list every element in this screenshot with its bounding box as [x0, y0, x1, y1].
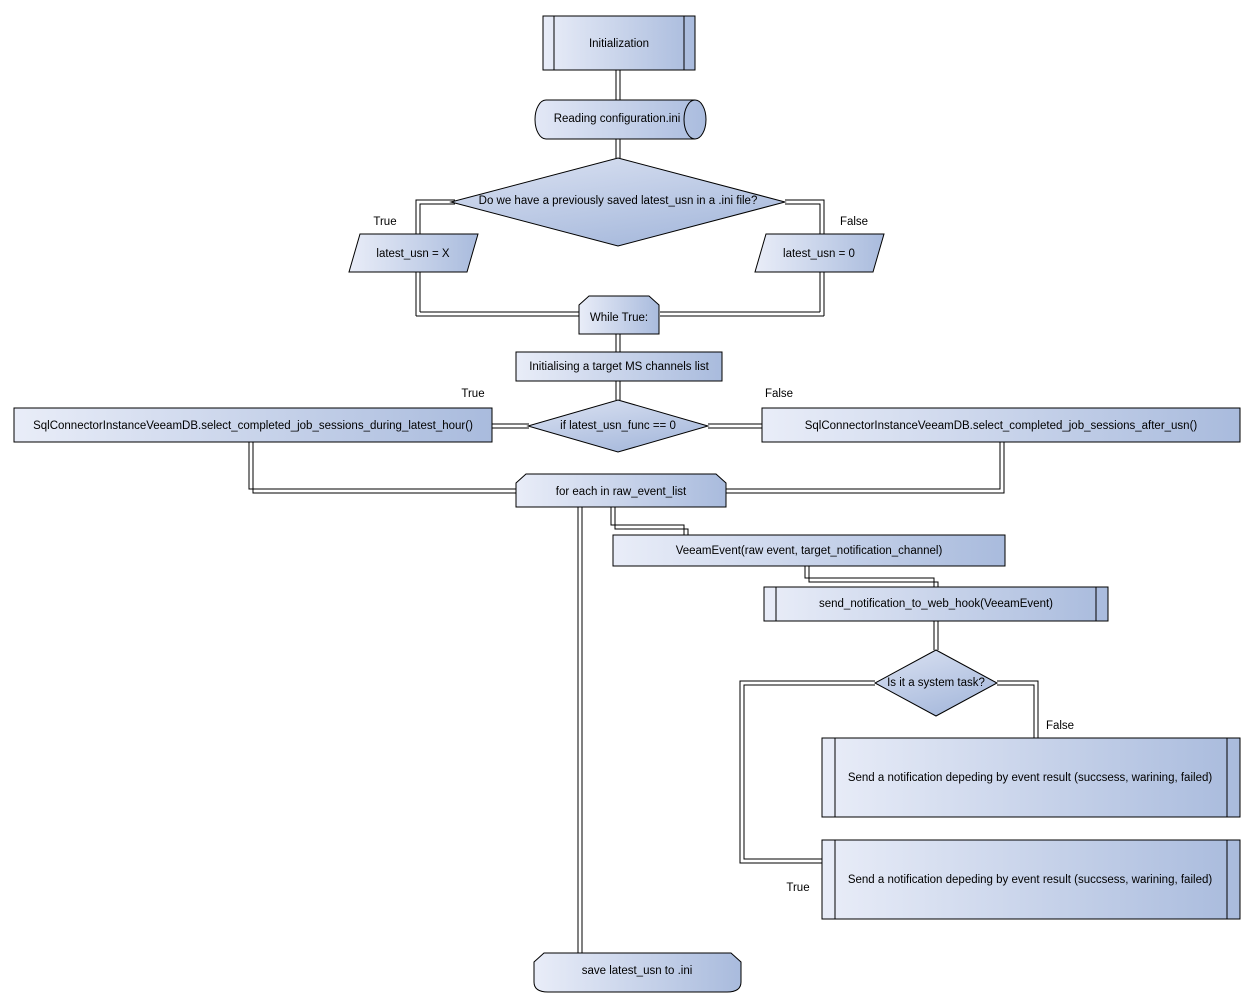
node-select-after-usn[interactable]: SqlConnectorInstanceVeeamDB.select_compl…: [761, 407, 1241, 443]
node-label-select-after-usn: SqlConnectorInstanceVeeamDB.select_compl…: [805, 420, 1198, 432]
connector-webhook-to-system-task: [933, 621, 939, 650]
connector-foreach-to-save-usn: [577, 507, 583, 953]
edge-label-system-task-true: True: [786, 882, 809, 894]
connector-veeamevent-to-webhook: [804, 566, 939, 587]
flowchart-diagram: Initialization Reading configuration.ini…: [0, 0, 1254, 1006]
node-label-init-channels: Initialising a target MS channels list: [529, 361, 709, 373]
node-while-true[interactable]: While True:: [578, 295, 660, 335]
node-label-for-each-raw-event: for each in raw_event_list: [556, 486, 687, 498]
node-initialization[interactable]: Initialization: [542, 15, 696, 71]
connector-init-to-reading: [615, 70, 621, 100]
edge-label-saved-usn-false: False: [840, 216, 868, 228]
node-label-veeam-event: VeeamEvent(raw event, target_notificatio…: [676, 545, 943, 557]
connector-init-channels-to-decision: [615, 381, 621, 400]
node-label-initialization: Initialization: [589, 38, 649, 50]
connector-during-hour-to-foreach: [248, 442, 516, 494]
edge-label-system-task-false: False: [1046, 720, 1074, 732]
node-label-decision-usn-func: if latest_usn_func == 0: [560, 420, 676, 432]
flowchart-canvas: Initialization Reading configuration.ini…: [13, 15, 1241, 993]
node-latest-usn-x[interactable]: latest_usn = X: [348, 233, 479, 273]
node-send-notification-webhook[interactable]: send_notification_to_web_hook(VeeamEvent…: [763, 586, 1109, 622]
node-latest-usn-0[interactable]: latest_usn = 0: [754, 233, 885, 273]
node-send-notification-true[interactable]: Send a notification depeding by event re…: [821, 839, 1241, 920]
node-label-decision-saved-usn: Do we have a previously saved latest_usn…: [479, 195, 758, 207]
node-decision-usn-func[interactable]: if latest_usn_func == 0: [526, 399, 710, 453]
edge-label-usn-func-false: False: [765, 388, 793, 400]
node-select-during-latest-hour[interactable]: SqlConnectorInstanceVeeamDB.select_compl…: [13, 407, 493, 443]
node-label-while-true: While True:: [590, 312, 648, 324]
connector-usn-func-true: [492, 423, 529, 429]
node-send-notification-false[interactable]: Send a notification depeding by event re…: [821, 737, 1241, 818]
connector-system-task-false: [997, 680, 1039, 738]
connector-usn-func-false: [708, 423, 762, 429]
node-label-decision-system-task: Is it a system task?: [887, 677, 985, 689]
connector-reading-to-decision: [615, 139, 621, 158]
node-reading-configuration[interactable]: Reading configuration.ini: [534, 99, 707, 140]
node-label-send-notification-true: Send a notification depeding by event re…: [848, 874, 1213, 886]
node-decision-system-task[interactable]: Is it a system task?: [873, 649, 999, 717]
node-init-channels[interactable]: Initialising a target MS channels list: [515, 351, 723, 382]
node-veeam-event[interactable]: VeeamEvent(raw event, target_notificatio…: [612, 534, 1006, 567]
edge-label-usn-func-true: True: [461, 388, 484, 400]
node-label-send-notification-false: Send a notification depeding by event re…: [848, 772, 1213, 784]
node-label-save-latest-usn: save latest_usn to .ini: [582, 965, 693, 977]
node-save-latest-usn[interactable]: save latest_usn to .ini: [533, 952, 742, 993]
node-label-latest-usn-x: latest_usn = X: [376, 248, 450, 260]
node-label-select-during-latest-hour: SqlConnectorInstanceVeeamDB.select_compl…: [33, 420, 473, 432]
node-label-send-notification-webhook: send_notification_to_web_hook(VeeamEvent…: [819, 598, 1053, 610]
connector-after-usn-to-foreach: [726, 442, 1005, 494]
edge-label-saved-usn-true: True: [373, 216, 396, 228]
node-label-reading-configuration: Reading configuration.ini: [554, 113, 681, 125]
node-label-latest-usn-0: latest_usn = 0: [783, 248, 855, 260]
connector-while-to-init-channels: [615, 334, 621, 352]
node-for-each-raw-event[interactable]: for each in raw_event_list: [515, 473, 727, 508]
node-decision-saved-usn[interactable]: Do we have a previously saved latest_usn…: [449, 157, 787, 247]
connector-foreach-to-veeamevent: [610, 507, 689, 535]
